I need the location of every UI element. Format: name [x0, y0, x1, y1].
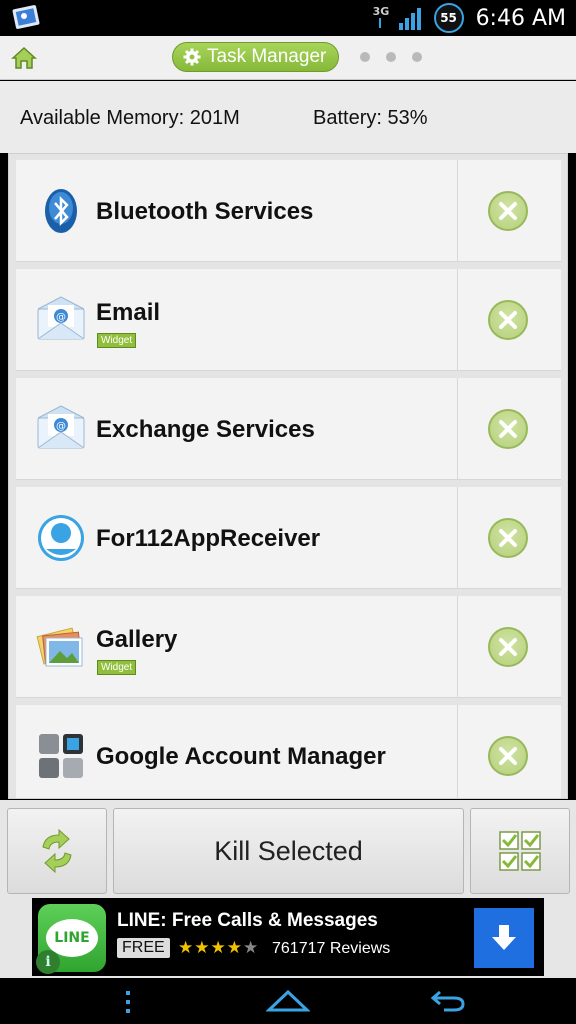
- close-icon: [499, 202, 517, 220]
- task-list[interactable]: Bluetooth Services @ Email Widget @ Exch…: [8, 153, 568, 799]
- task-row-google-account-manager[interactable]: Google Account Manager: [16, 705, 561, 798]
- stars-filled: ★★★★: [178, 938, 243, 957]
- app-root: 3G 55 6:46 AM Task Manager Available Mem…: [0, 0, 576, 1024]
- network-label: 3G: [372, 5, 390, 18]
- svg-text:@: @: [56, 312, 66, 323]
- clock: 6:46 AM: [475, 5, 566, 31]
- download-arrow-icon: [492, 925, 516, 950]
- select-all-icon: [499, 831, 541, 871]
- kill-selected-button[interactable]: Kill Selected: [113, 808, 464, 894]
- task-name: Google Account Manager: [96, 743, 386, 770]
- kill-task-button[interactable]: [488, 627, 528, 667]
- account-manager-icon: [39, 734, 83, 778]
- ad-rating-stars: ★★★★★: [178, 938, 259, 958]
- kill-task-button[interactable]: [488, 736, 528, 776]
- available-memory: Available Memory: 201M: [20, 107, 240, 129]
- close-icon: [499, 747, 517, 765]
- task-manager-title[interactable]: Task Manager: [172, 42, 340, 72]
- ad-area: LINE i LINE: Free Calls & Messages FREE …: [0, 898, 576, 978]
- svg-text:@: @: [56, 421, 66, 432]
- home-icon[interactable]: [10, 44, 38, 72]
- status-bar: 3G 55 6:46 AM: [0, 0, 576, 36]
- gear-icon: [183, 48, 201, 66]
- task-name: Bluetooth Services: [96, 198, 314, 225]
- close-icon: [499, 420, 517, 438]
- battery-icon: 55: [433, 3, 464, 33]
- ad-reviews: 761717 Reviews: [272, 940, 391, 957]
- back-icon[interactable]: [430, 988, 466, 1014]
- bluetooth-icon: [45, 189, 77, 233]
- task-row-gallery[interactable]: Gallery Widget: [16, 596, 561, 698]
- page-dot[interactable]: [360, 52, 370, 62]
- select-all-button[interactable]: [470, 808, 570, 894]
- page-indicator: [360, 52, 422, 62]
- close-icon: [499, 638, 517, 656]
- task-row-bluetooth[interactable]: Bluetooth Services: [16, 160, 561, 262]
- kill-task-button[interactable]: [488, 300, 528, 340]
- stars-empty: ★: [242, 938, 260, 957]
- task-name: Gallery: [96, 626, 178, 653]
- kill-task-button[interactable]: [488, 518, 528, 558]
- battery-status: Battery: 53%: [313, 107, 428, 129]
- widget-badge: Widget: [97, 333, 137, 348]
- ad-info-icon[interactable]: i: [36, 950, 60, 974]
- widget-badge: Widget: [97, 660, 137, 675]
- close-icon: [499, 529, 517, 547]
- page-title: Task Manager: [207, 46, 327, 67]
- download-button[interactable]: [474, 908, 534, 968]
- network-3g-icon: 3G: [372, 3, 390, 33]
- bottom-toolbar: Kill Selected: [0, 800, 576, 898]
- signal-icon: [398, 8, 421, 30]
- ad-title: LINE: Free Calls & Messages: [117, 910, 378, 931]
- email-icon: @: [37, 296, 85, 340]
- task-name: Exchange Services: [96, 416, 315, 443]
- app-header: Task Manager: [0, 36, 576, 80]
- home-nav-icon[interactable]: [266, 988, 310, 1014]
- kill-task-button[interactable]: [488, 191, 528, 231]
- battery-level: 55: [440, 11, 457, 25]
- close-icon: [499, 311, 517, 329]
- task-name: Email: [96, 299, 161, 326]
- task-row-email[interactable]: @ Email Widget: [16, 269, 561, 371]
- task-name: For112AppReceiver: [96, 525, 321, 552]
- refresh-icon: [42, 829, 72, 873]
- gallery-icon: [36, 627, 83, 667]
- ad-price: FREE: [117, 938, 170, 958]
- task-row-for112[interactable]: For112AppReceiver: [16, 487, 561, 589]
- page-dot[interactable]: [412, 52, 422, 62]
- page-dot[interactable]: [386, 52, 396, 62]
- kill-task-button[interactable]: [488, 409, 528, 449]
- info-bar: Available Memory: 201M Battery: 53%: [0, 81, 576, 153]
- navigation-bar: [0, 978, 576, 1024]
- email-icon: @: [37, 405, 85, 449]
- status-icons: 3G 55 6:46 AM: [372, 0, 566, 36]
- ad-banner[interactable]: LINE i LINE: Free Calls & Messages FREE …: [32, 898, 544, 976]
- notification-icon: [12, 5, 40, 29]
- refresh-button[interactable]: [7, 808, 107, 894]
- menu-icon[interactable]: [120, 990, 136, 1014]
- task-row-exchange[interactable]: @ Exchange Services: [16, 378, 561, 480]
- person-icon: [38, 515, 84, 561]
